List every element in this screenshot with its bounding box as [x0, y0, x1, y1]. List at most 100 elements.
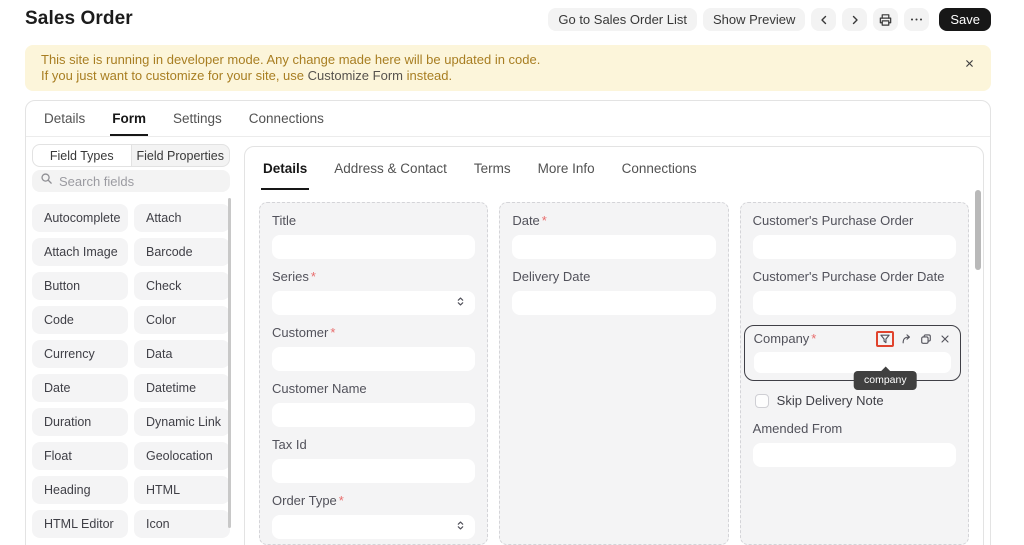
field-type-heading[interactable]: Heading: [32, 476, 128, 504]
field-type-currency[interactable]: Currency: [32, 340, 128, 368]
save-button[interactable]: Save: [939, 8, 991, 31]
field-label: Amended From: [753, 421, 956, 437]
field-type-html-editor[interactable]: HTML Editor: [32, 510, 128, 538]
prev-button[interactable]: [811, 8, 836, 31]
checkbox-icon[interactable]: [755, 394, 769, 408]
field-type-button[interactable]: Button: [32, 272, 128, 300]
field-customer-name[interactable]: Customer Name: [272, 381, 475, 427]
field-input[interactable]: [272, 403, 475, 427]
banner-close-button[interactable]: [962, 55, 977, 71]
field-label: Tax Id: [272, 437, 475, 453]
field-type-datetime[interactable]: Datetime: [134, 374, 230, 402]
field-input[interactable]: [272, 235, 475, 259]
field-type-color[interactable]: Color: [134, 306, 230, 334]
duplicate-icon[interactable]: [920, 333, 932, 345]
required-asterisk: *: [311, 269, 316, 284]
show-preview-button[interactable]: Show Preview: [703, 8, 805, 31]
field-delivery-date[interactable]: Delivery Date: [512, 269, 715, 315]
field-date[interactable]: Date*: [512, 213, 715, 259]
remove-icon[interactable]: [939, 333, 951, 345]
panel-scrollbar[interactable]: [975, 190, 981, 270]
field-label: Title: [272, 213, 475, 229]
field-type-code[interactable]: Code: [32, 306, 128, 334]
field-types-sidebar: Field Types Field Properties Autocomplet…: [32, 144, 230, 545]
field-customer[interactable]: Customer*: [272, 325, 475, 371]
field-label: Delivery Date: [512, 269, 715, 285]
developer-mode-banner: This site is running in developer mode. …: [25, 45, 991, 91]
form-tab-connections[interactable]: Connections: [620, 147, 699, 190]
search-icon: [40, 172, 53, 190]
go-to-sales-order-list-button[interactable]: Go to Sales Order List: [548, 8, 697, 31]
field-label: Series*: [272, 269, 475, 285]
main-tab-details[interactable]: Details: [42, 101, 87, 136]
search-fields-box[interactable]: [32, 170, 230, 192]
field-skip-delivery-note[interactable]: Skip Delivery Note: [755, 393, 956, 408]
filter-icon[interactable]: [879, 333, 891, 345]
field-input[interactable]: [753, 443, 956, 467]
chevron-up-down-icon: [455, 520, 466, 531]
field-input[interactable]: [512, 235, 715, 259]
field-type-date[interactable]: Date: [32, 374, 128, 402]
field-type-barcode[interactable]: Barcode: [134, 238, 230, 266]
main-tab-form[interactable]: Form: [110, 101, 148, 136]
print-button[interactable]: [873, 8, 898, 31]
field-type-float[interactable]: Float: [32, 442, 128, 470]
field-type-duration[interactable]: Duration: [32, 408, 128, 436]
field-amended-from[interactable]: Amended From: [753, 421, 956, 467]
field-type-data[interactable]: Data: [134, 340, 230, 368]
field-series[interactable]: Series*: [272, 269, 475, 315]
field-select[interactable]: [272, 515, 475, 539]
field-type-html[interactable]: HTML: [134, 476, 230, 504]
main-tab-settings[interactable]: Settings: [171, 101, 224, 136]
checkbox-label: Skip Delivery Note: [777, 393, 884, 408]
field-type-icon[interactable]: Icon: [134, 510, 230, 538]
selected-field-company[interactable]: Company*company: [744, 325, 961, 381]
form-tab-bar: Details Address & Contact Terms More Info Co…: [245, 147, 983, 190]
form-tab-address-contact[interactable]: Address & Contact: [332, 147, 449, 190]
field-label: Customer*: [272, 325, 475, 341]
field-input[interactable]: [512, 291, 715, 315]
sidebar-scrollbar[interactable]: [228, 198, 231, 528]
field-type-attach[interactable]: Attach: [134, 204, 230, 232]
field-tax-id[interactable]: Tax Id: [272, 437, 475, 483]
main-tab-connections[interactable]: Connections: [247, 101, 326, 136]
field-type-check[interactable]: Check: [134, 272, 230, 300]
tab-field-properties[interactable]: Field Properties: [131, 145, 230, 166]
page-title: Sales Order: [25, 8, 133, 30]
field-select[interactable]: [272, 291, 475, 315]
selected-field-tools: [876, 331, 951, 347]
customize-form-link[interactable]: Customize Form: [308, 68, 403, 83]
field-type-attach-image[interactable]: Attach Image: [32, 238, 128, 266]
card-body: Field Types Field Properties Autocomplet…: [26, 137, 990, 545]
main-tab-bar: Details Form Settings Connections: [26, 101, 990, 137]
field-type-geolocation[interactable]: Geolocation: [134, 442, 230, 470]
field-type-autocomplete[interactable]: Autocomplete: [32, 204, 128, 232]
header-actions: Go to Sales Order List Show Preview Save: [548, 8, 991, 31]
field-input[interactable]: [754, 352, 951, 373]
form-tab-details[interactable]: Details: [261, 147, 309, 190]
chevron-up-down-icon: [455, 296, 466, 307]
field-input[interactable]: [753, 235, 956, 259]
field-customer-s-purchase-order-date[interactable]: Customer's Purchase Order Date: [753, 269, 956, 315]
field-input[interactable]: [272, 347, 475, 371]
field-title[interactable]: Title: [272, 213, 475, 259]
field-type-dynamic-link[interactable]: Dynamic Link: [134, 408, 230, 436]
form-column-2: Date* Delivery Date: [499, 202, 728, 545]
move-icon[interactable]: [901, 333, 913, 345]
banner-line2-suffix: instead.: [403, 68, 452, 83]
field-label: Customer Name: [272, 381, 475, 397]
form-canvas-panel: Details Address & Contact Terms More Info Co…: [244, 146, 984, 545]
field-input[interactable]: [753, 291, 956, 315]
menu-button[interactable]: [904, 8, 929, 31]
form-tab-terms[interactable]: Terms: [472, 147, 513, 190]
form-column-3: Customer's Purchase Order Customer's Purc…: [740, 202, 969, 545]
form-tab-more-info[interactable]: More Info: [536, 147, 597, 190]
field-label: Order Type*: [272, 493, 475, 509]
search-fields-input[interactable]: [59, 174, 222, 189]
field-customer-s-purchase-order[interactable]: Customer's Purchase Order: [753, 213, 956, 259]
next-button[interactable]: [842, 8, 867, 31]
field-label: Customer's Purchase Order Date: [753, 269, 956, 285]
field-input[interactable]: [272, 459, 475, 483]
tab-field-types[interactable]: Field Types: [33, 145, 131, 166]
field-order-type[interactable]: Order Type*: [272, 493, 475, 539]
